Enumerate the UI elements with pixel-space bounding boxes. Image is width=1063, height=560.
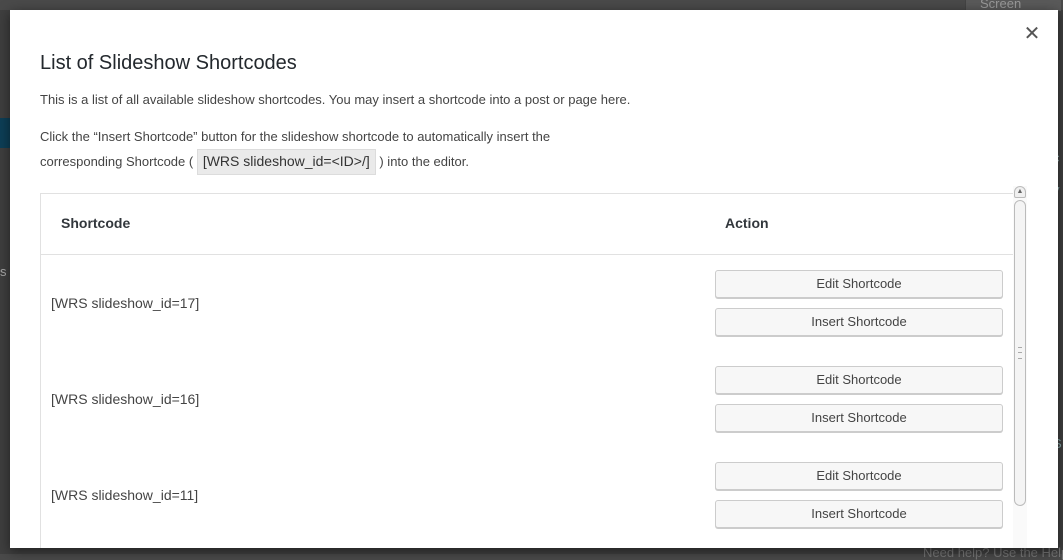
scroll-up-arrow-icon[interactable]: ▲ xyxy=(1014,186,1026,198)
table-row: [WRS slideshow_id=16] Edit Shortcode Ins… xyxy=(41,351,1015,447)
table-row: [WRS slideshow_id=17] Edit Shortcode Ins… xyxy=(41,255,1015,351)
modal-instruction: Click the “Insert Shortcode” button for … xyxy=(40,124,600,175)
scrollbar-thumb[interactable] xyxy=(1014,200,1026,506)
shortcode-example: [WRS slideshow_id=<ID>/] xyxy=(196,149,376,175)
shortcode-modal: ✕ List of Slideshow Shortcodes This is a… xyxy=(10,10,1058,548)
table-header: Shortcode Action xyxy=(41,194,1015,255)
background-bottom-bar xyxy=(0,554,1063,560)
edit-shortcode-button[interactable]: Edit Shortcode xyxy=(715,270,1003,298)
background-help-text: Need help? Use the Help xyxy=(923,546,1063,560)
table-scrollbar[interactable]: ▲ xyxy=(1013,186,1027,548)
grip-icon xyxy=(1018,347,1022,359)
shortcode-text: [WRS slideshow_id=16] xyxy=(51,391,200,407)
instruction-text-after: ) into the editor. xyxy=(379,154,469,169)
insert-shortcode-button[interactable]: Insert Shortcode xyxy=(715,308,1003,336)
shortcode-text: [WRS slideshow_id=17] xyxy=(51,295,200,311)
shortcode-table: Shortcode Action [WRS slideshow_id=17] E… xyxy=(40,193,1016,548)
insert-shortcode-button[interactable]: Insert Shortcode xyxy=(715,404,1003,432)
column-header-shortcode: Shortcode xyxy=(61,215,131,231)
column-header-action: Action xyxy=(725,215,769,231)
shortcode-text: [WRS slideshow_id=11] xyxy=(51,487,199,503)
modal-title: List of Slideshow Shortcodes xyxy=(40,52,297,74)
edit-shortcode-button[interactable]: Edit Shortcode xyxy=(715,462,1003,490)
modal-description: This is a list of all available slidesho… xyxy=(40,92,631,107)
edit-shortcode-button[interactable]: Edit Shortcode xyxy=(715,366,1003,394)
background-top-bar xyxy=(0,0,1063,10)
background-menu-highlight xyxy=(0,118,10,148)
background-left-text: s xyxy=(0,264,7,279)
table-row: [WRS slideshow_id=11] Edit Shortcode Ins… xyxy=(41,447,1015,543)
insert-shortcode-button[interactable]: Insert Shortcode xyxy=(715,500,1003,528)
close-icon[interactable]: ✕ xyxy=(1022,24,1042,44)
